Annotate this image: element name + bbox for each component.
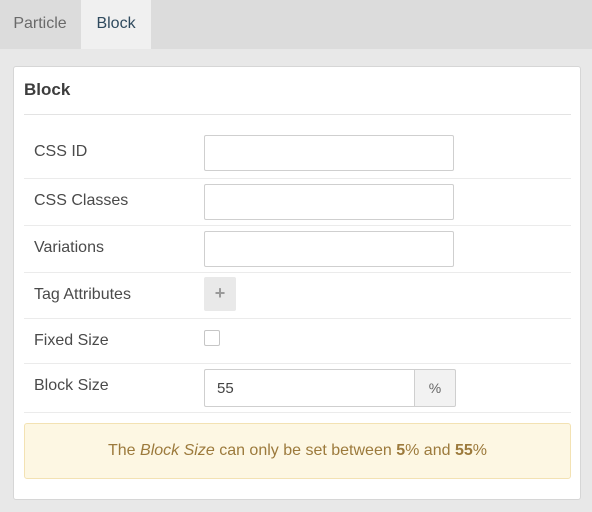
variations-input[interactable] [204,231,454,267]
tag-attributes-label: Tag Attributes [34,286,131,303]
alert-unit: % [405,442,420,459]
alert-unit: % [472,442,487,459]
variations-label: Variations [34,239,104,256]
block-size-input[interactable] [204,369,414,407]
alert-min: 5 [396,442,406,459]
css-classes-input[interactable] [204,184,454,220]
panel-title: Block [24,80,71,99]
block-size-warning: The Block Size can only be set between 5… [24,423,571,479]
percent-unit-addon: % [414,369,456,407]
tab-particle[interactable]: Particle [0,0,80,49]
divider [24,412,571,413]
divider [24,272,571,273]
fixed-size-checkbox[interactable] [204,330,220,346]
tab-block[interactable]: Block [81,0,151,49]
divider [24,225,571,226]
block-size-label: Block Size [34,377,109,394]
alert-subject: Block Size [140,442,215,459]
css-classes-label: CSS Classes [34,192,129,209]
alert-and: and [423,442,451,459]
css-id-input[interactable] [204,135,454,171]
css-id-label: CSS ID [34,143,88,160]
alert-prefix: The [108,442,136,459]
divider [24,178,571,179]
divider [24,114,571,115]
tab-bar: Particle Block [0,0,592,49]
block-settings-panel: Block CSS ID CSS Classes Variations Tag … [13,66,581,500]
alert-middle: can only be set between [219,442,392,459]
fixed-size-label: Fixed Size [34,332,109,349]
divider [24,318,571,319]
divider [24,363,571,364]
alert-max: 55 [454,442,473,459]
add-tag-attribute-button[interactable]: + [204,277,236,311]
